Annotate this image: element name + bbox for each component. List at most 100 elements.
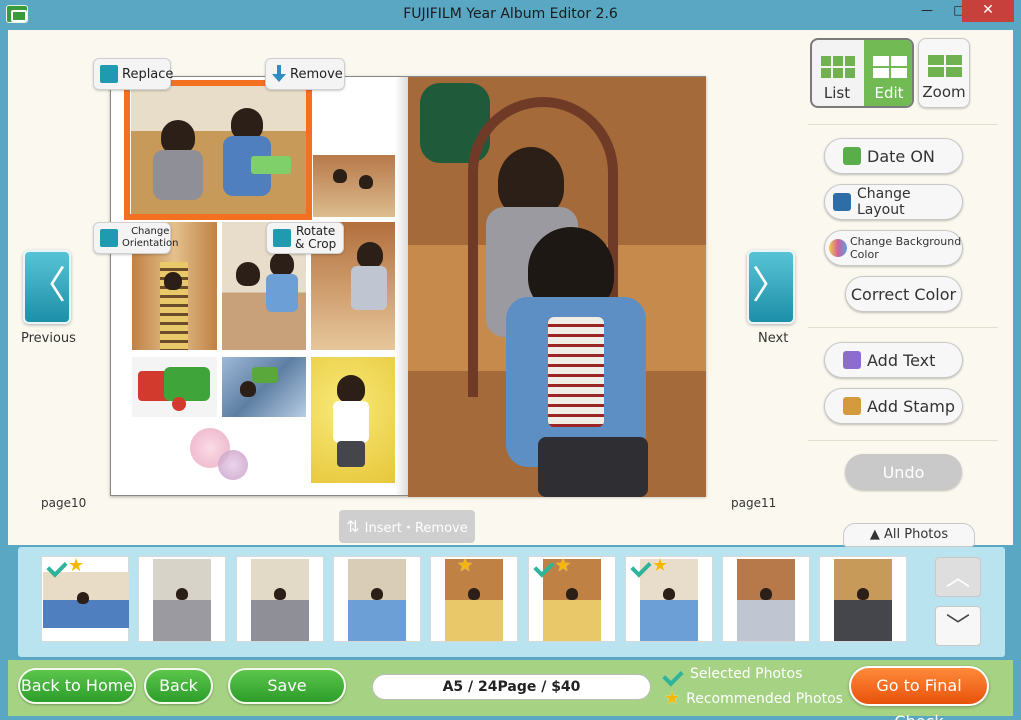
left-page-number: page10 bbox=[41, 496, 87, 510]
recommended-star-icon: ★ bbox=[555, 555, 572, 576]
next-label: Next bbox=[758, 331, 789, 346]
star-icon: ★ bbox=[664, 688, 681, 709]
back-button[interactable]: Back bbox=[144, 668, 213, 704]
selected-check-icon bbox=[48, 558, 68, 572]
list-mode-label: List bbox=[823, 84, 851, 102]
rotate-crop-label-2: & Crop bbox=[295, 237, 337, 251]
window-title: FUJIFILM Year Album Editor 2.6 bbox=[403, 6, 618, 22]
selected-photos-label: Selected Photos bbox=[690, 666, 803, 682]
thumbnail[interactable]: ★ bbox=[41, 556, 129, 642]
go-to-final-check-button[interactable]: Go to Final Check bbox=[849, 666, 989, 720]
remove-arrow-icon bbox=[272, 65, 286, 83]
save-button[interactable]: Save bbox=[228, 668, 346, 704]
undo-label: Undo bbox=[882, 462, 925, 482]
recommended-star-icon: ★ bbox=[68, 555, 85, 576]
thumbnail-image bbox=[348, 559, 406, 641]
photo-slot-7[interactable] bbox=[222, 357, 306, 417]
zoom-icon bbox=[928, 55, 962, 77]
change-background-color-button[interactable]: Change Background Color bbox=[824, 230, 963, 266]
thumbnail[interactable] bbox=[722, 556, 810, 642]
thumbnail[interactable] bbox=[236, 556, 324, 642]
selected-check-icon bbox=[535, 558, 555, 572]
edit-mode-button[interactable]: Edit bbox=[864, 40, 912, 106]
right-page-number: page11 bbox=[731, 496, 777, 510]
remove-label: Remove bbox=[290, 66, 343, 82]
edit-mode-label: Edit bbox=[874, 84, 904, 102]
thumbnail[interactable] bbox=[819, 556, 907, 642]
photo-slot-6[interactable] bbox=[132, 357, 217, 417]
thumbnail[interactable]: ★ bbox=[430, 556, 518, 642]
rotate-crop-icon bbox=[273, 229, 291, 247]
thumbnail[interactable]: ★ bbox=[625, 556, 713, 642]
replace-icon bbox=[100, 65, 118, 83]
edit-layout-icon bbox=[873, 56, 907, 78]
scroll-up-button[interactable]: ︿ bbox=[935, 557, 981, 597]
thumbnail[interactable] bbox=[333, 556, 421, 642]
back-to-home-button[interactable]: Back to Home bbox=[18, 668, 136, 704]
list-mode-button[interactable]: List bbox=[812, 40, 862, 106]
view-mode-group: List Edit bbox=[810, 38, 914, 108]
thumbnail-image bbox=[834, 559, 892, 641]
thumbnail-image bbox=[153, 559, 211, 641]
thumbnail[interactable]: ★ bbox=[528, 556, 616, 642]
spread-fold bbox=[395, 77, 409, 495]
zoom-mode-label: Zoom bbox=[922, 83, 966, 101]
title-bar: FUJIFILM Year Album Editor 2.6 — □ ✕ bbox=[0, 0, 1021, 30]
correct-color-button[interactable]: Correct Color bbox=[845, 276, 962, 312]
check-icon bbox=[664, 667, 684, 681]
panel-divider bbox=[808, 124, 998, 125]
remove-button[interactable]: Remove bbox=[265, 58, 345, 90]
palette-icon bbox=[829, 239, 847, 257]
date-on-button[interactable]: Date ON bbox=[824, 138, 963, 174]
add-stamp-button[interactable]: Add Stamp bbox=[824, 388, 963, 424]
stamp-icon bbox=[843, 397, 861, 415]
change-layout-button[interactable]: Change Layout bbox=[824, 184, 963, 220]
add-stamp-label: Add Stamp bbox=[867, 396, 956, 416]
change-orientation-label-1: Change bbox=[131, 226, 170, 237]
insert-remove-button[interactable]: ⇅ Insert・Remove bbox=[339, 510, 475, 543]
previous-page-button[interactable]: 〈 bbox=[23, 250, 71, 324]
zoom-mode-button[interactable]: Zoom bbox=[918, 38, 970, 108]
panel-divider-3 bbox=[808, 440, 998, 441]
calendar-icon bbox=[843, 147, 861, 165]
photo-slot-2[interactable] bbox=[313, 155, 395, 217]
change-orientation-label-2: Orientation bbox=[122, 238, 179, 249]
list-grid-icon bbox=[821, 56, 855, 78]
selected-check-icon bbox=[632, 558, 652, 572]
photo-slot-large[interactable] bbox=[408, 77, 706, 497]
bubble-sticker-small[interactable] bbox=[218, 450, 248, 480]
previous-label: Previous bbox=[21, 331, 76, 346]
date-on-label: Date ON bbox=[867, 146, 935, 166]
panel-divider-2 bbox=[808, 327, 998, 328]
all-photos-tab[interactable]: ▲ All Photos bbox=[843, 523, 975, 547]
thumbnail-image bbox=[445, 559, 503, 641]
rotate-crop-button[interactable]: Rotate & Crop bbox=[266, 222, 344, 254]
next-page-button[interactable]: 〉 bbox=[747, 250, 795, 324]
insert-remove-icon: ⇅ bbox=[346, 517, 360, 536]
scroll-down-button[interactable]: ﹀ bbox=[935, 606, 981, 646]
add-text-button[interactable]: Add Text bbox=[824, 342, 963, 378]
recommended-photos-label: Recommended Photos bbox=[686, 691, 843, 707]
replace-label: Replace bbox=[122, 66, 174, 82]
recommended-star-icon: ★ bbox=[652, 555, 669, 576]
replace-button[interactable]: Replace bbox=[93, 58, 174, 90]
add-text-label: Add Text bbox=[867, 350, 936, 370]
photo-slot-8[interactable] bbox=[311, 357, 395, 483]
selected-photo-frame bbox=[124, 80, 312, 220]
recommended-star-icon: ★ bbox=[457, 555, 474, 576]
minimize-button[interactable]: — bbox=[912, 0, 942, 22]
change-orientation-button[interactable]: Change Orientation bbox=[93, 222, 178, 254]
correct-color-label: Correct Color bbox=[850, 284, 957, 304]
close-button[interactable]: ✕ bbox=[962, 0, 1014, 22]
change-background-color-label: Change Background Color bbox=[850, 235, 962, 261]
album-summary: A5 / 24Page / $40 bbox=[372, 674, 651, 700]
change-layout-label: Change Layout bbox=[857, 186, 911, 218]
layout-icon bbox=[833, 193, 851, 211]
selected-photos-legend: Selected Photos bbox=[664, 666, 802, 682]
orientation-icon bbox=[100, 229, 118, 247]
recommended-photos-legend: ★ Recommended Photos bbox=[664, 690, 843, 708]
undo-button[interactable]: Undo bbox=[845, 454, 962, 490]
thumbnail[interactable] bbox=[138, 556, 226, 642]
thumbnail-image bbox=[251, 559, 309, 641]
thumbnail-image bbox=[43, 572, 129, 628]
